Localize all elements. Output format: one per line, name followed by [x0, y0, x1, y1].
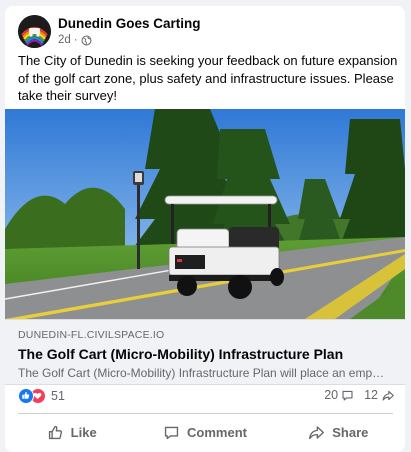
like-label: Like — [70, 424, 97, 440]
link-description: The Golf Cart (Micro-Mobility) Infrastru… — [18, 366, 385, 380]
page-name[interactable]: Dunedin Goes Carting — [58, 16, 201, 31]
comment-small-icon — [342, 390, 353, 401]
actions-divider — [18, 413, 393, 414]
comment-label: Comment — [187, 424, 247, 440]
thumbs-up-icon — [48, 425, 62, 439]
link-title[interactable]: The Golf Cart (Micro-Mobility) Infrastru… — [18, 346, 343, 362]
engagement-counts: 20 12 — [324, 388, 395, 402]
reactions-summary[interactable]: 51 — [18, 388, 65, 404]
post-stats: 51 20 12 — [18, 387, 395, 407]
comment-button[interactable]: Comment — [138, 416, 271, 448]
post-meta: 2d · — [58, 34, 92, 46]
like-button[interactable]: Like — [5, 416, 138, 448]
post-text: The City of Dunedin is seeking your feed… — [18, 53, 398, 103]
comment-icon — [164, 426, 179, 439]
post-actions: Like Comment Share — [5, 416, 405, 448]
link-preview-image[interactable] — [5, 109, 405, 319]
page-avatar[interactable] — [18, 15, 51, 48]
comments-count: 20 — [324, 388, 339, 402]
shares-count: 12 — [364, 388, 378, 402]
post-time[interactable]: 2d — [58, 34, 71, 46]
globe-icon[interactable] — [81, 35, 92, 46]
share-small-icon — [382, 390, 394, 401]
share-icon — [309, 425, 325, 439]
post-header: Dunedin Goes Carting 2d · — [18, 15, 398, 55]
shares-count-group[interactable]: 12 — [364, 388, 395, 402]
comments-count-group[interactable]: 20 — [324, 388, 354, 402]
share-label: Share — [332, 424, 369, 440]
reactions-count: 51 — [51, 389, 65, 403]
like-icon — [18, 388, 34, 404]
link-domain: DUNEDIN-FL.CIVILSPACE.IO — [18, 329, 165, 341]
share-button[interactable]: Share — [272, 416, 405, 448]
link-preview-info[interactable]: DUNEDIN-FL.CIVILSPACE.IO The Golf Cart (… — [5, 319, 405, 385]
post-card: Dunedin Goes Carting 2d · The City of Du… — [5, 6, 405, 452]
